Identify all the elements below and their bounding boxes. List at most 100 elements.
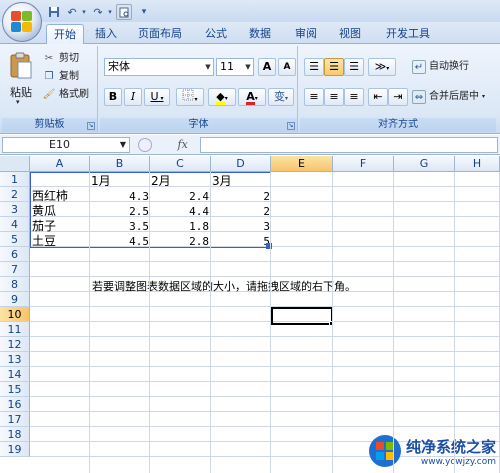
office-button[interactable] bbox=[2, 2, 42, 42]
column-header-g[interactable]: G bbox=[394, 156, 455, 172]
formula-input[interactable] bbox=[200, 137, 498, 153]
align-middle-icon: ☰ bbox=[329, 60, 339, 73]
row-header-2[interactable]: 2 bbox=[0, 187, 30, 202]
font-size-select[interactable]: 11 ▼ bbox=[216, 58, 254, 76]
font-color-button[interactable]: A▾ bbox=[238, 88, 266, 106]
underline-button[interactable]: U ▾ bbox=[144, 88, 170, 106]
font-group: 宋体 ▼ 11 ▼ A A B I U ▾ ▾ ◆▾ A▾ 变▾ 字体 ↘ bbox=[100, 46, 298, 132]
row-header-6[interactable]: 6 bbox=[0, 247, 30, 262]
row-header-1[interactable]: 1 bbox=[0, 172, 30, 187]
clipboard-launcher-icon[interactable]: ↘ bbox=[87, 122, 95, 130]
row-header-19[interactable]: 19 bbox=[0, 442, 30, 457]
column-header-d[interactable]: D bbox=[211, 156, 271, 172]
chart-range-note: 若要调整图表数据区域的大小，请拖拽区域的右下角。 bbox=[92, 280, 356, 293]
row-header-11[interactable]: 11 bbox=[0, 322, 30, 337]
tab-formulas[interactable]: 公式 bbox=[198, 24, 234, 44]
redo-dropdown-icon[interactable]: ▾ bbox=[106, 4, 114, 20]
align-right-button[interactable]: ≡ bbox=[344, 88, 364, 106]
name-box[interactable]: E10 ▼ bbox=[2, 137, 130, 153]
decrease-indent-button[interactable]: ⇤ bbox=[368, 88, 388, 106]
format-painter-button[interactable]: 🖌 格式刷 bbox=[42, 86, 89, 104]
orientation-button[interactable]: ≫▾ bbox=[368, 58, 396, 76]
row-header-18[interactable]: 18 bbox=[0, 427, 30, 442]
wrap-text-button[interactable]: ↵ 自动换行 bbox=[412, 58, 469, 76]
tab-developer[interactable]: 开发工具 bbox=[378, 24, 438, 44]
align-left-button[interactable]: ≡ bbox=[304, 88, 324, 106]
row-header-9[interactable]: 9 bbox=[0, 292, 30, 307]
select-all-button[interactable] bbox=[0, 156, 30, 172]
align-top-button[interactable]: ☰ bbox=[304, 58, 324, 76]
tab-home[interactable]: 开始 bbox=[46, 24, 84, 44]
row-header-15[interactable]: 15 bbox=[0, 382, 30, 397]
column-header-b[interactable]: B bbox=[90, 156, 150, 172]
row-header-3[interactable]: 3 bbox=[0, 202, 30, 217]
row-header-17[interactable]: 17 bbox=[0, 412, 30, 427]
tab-insert[interactable]: 插入 bbox=[88, 24, 124, 44]
data-range-border bbox=[30, 172, 271, 248]
column-header-a[interactable]: A bbox=[30, 156, 90, 172]
row-header-10[interactable]: 10 bbox=[0, 307, 30, 322]
formula-bar: E10 ▼ fx bbox=[0, 135, 500, 155]
insert-function-button[interactable]: fx bbox=[178, 138, 188, 151]
tab-data[interactable]: 数据 bbox=[242, 24, 278, 44]
wrap-text-icon: ↵ bbox=[412, 60, 426, 74]
row-header-7[interactable]: 7 bbox=[0, 262, 30, 277]
redo-icon[interactable]: ↷ bbox=[90, 4, 106, 20]
row-header-4[interactable]: 4 bbox=[0, 217, 30, 232]
font-name-value: 宋体 bbox=[108, 60, 130, 73]
grid-horizontal-line bbox=[30, 276, 500, 277]
merge-center-icon: ⇔ bbox=[412, 90, 426, 104]
bold-button[interactable]: B bbox=[104, 88, 122, 106]
font-name-select[interactable]: 宋体 ▼ bbox=[104, 58, 214, 76]
worksheet-grid[interactable]: 1月 2月 3月 西红柿 4.3 2.4 2 黄瓜 2.5 4.4 2 茄子 3… bbox=[0, 156, 500, 473]
cut-button[interactable]: ✂ 剪切 bbox=[42, 50, 79, 68]
align-right-icon: ≡ bbox=[349, 90, 359, 103]
phonetic-button[interactable]: 变▾ bbox=[268, 88, 294, 106]
underline-icon: U bbox=[150, 90, 159, 103]
tab-page-layout[interactable]: 页面布局 bbox=[130, 24, 190, 44]
merge-center-button[interactable]: ⇔ 合并后居中 ▾ bbox=[412, 88, 485, 106]
tab-view[interactable]: 视图 bbox=[332, 24, 368, 44]
undo-dropdown-icon[interactable]: ▾ bbox=[80, 4, 88, 20]
column-header-f[interactable]: F bbox=[333, 156, 394, 172]
undo-icon[interactable]: ↶ bbox=[64, 4, 80, 20]
row-header-14[interactable]: 14 bbox=[0, 367, 30, 382]
row-header-5[interactable]: 5 bbox=[0, 232, 30, 247]
align-bottom-button[interactable]: ☰ bbox=[344, 58, 364, 76]
grow-font-button[interactable]: A bbox=[258, 58, 276, 76]
font-group-label: 字体 bbox=[100, 118, 297, 132]
row-header-13[interactable]: 13 bbox=[0, 352, 30, 367]
ribbon: 粘贴 ▾ ✂ 剪切 ❐ 复制 🖌 格式刷 剪贴板 ↘ 宋体 ▼ 11 ▼ A A B … bbox=[0, 44, 500, 134]
align-center-button[interactable]: ≡ bbox=[324, 88, 344, 106]
circle-icon[interactable] bbox=[138, 138, 152, 152]
fill-color-button[interactable]: ◆▾ bbox=[208, 88, 236, 106]
print-preview-icon[interactable] bbox=[116, 4, 132, 20]
grid-vertical-line bbox=[210, 172, 211, 473]
save-icon[interactable] bbox=[46, 4, 62, 20]
shrink-font-button[interactable]: A bbox=[278, 58, 296, 76]
range-resize-handle[interactable] bbox=[266, 243, 272, 249]
row-header-16[interactable]: 16 bbox=[0, 397, 30, 412]
grid-horizontal-line bbox=[30, 321, 500, 322]
row-header-8[interactable]: 8 bbox=[0, 277, 30, 292]
customize-quick-access-icon[interactable]: ▾ bbox=[136, 4, 152, 20]
grid-horizontal-line bbox=[30, 351, 500, 352]
copy-button[interactable]: ❐ 复制 bbox=[42, 68, 79, 86]
shrink-font-icon: A bbox=[283, 62, 291, 72]
row-header-12[interactable]: 12 bbox=[0, 337, 30, 352]
increase-indent-button[interactable]: ⇥ bbox=[388, 88, 408, 106]
column-header-e[interactable]: E bbox=[271, 156, 333, 172]
column-header-c[interactable]: C bbox=[150, 156, 211, 172]
orientation-icon: ≫ bbox=[374, 60, 387, 73]
fill-bucket-icon: ◆ bbox=[216, 90, 225, 105]
paste-dropdown-icon: ▾ bbox=[16, 98, 20, 106]
italic-button[interactable]: I bbox=[124, 88, 142, 106]
tab-review[interactable]: 审阅 bbox=[288, 24, 324, 44]
column-header-h[interactable]: H bbox=[455, 156, 500, 172]
paste-button[interactable]: 粘贴 ▾ bbox=[6, 50, 36, 108]
align-middle-button[interactable]: ☰ bbox=[324, 58, 344, 76]
font-launcher-icon[interactable]: ↘ bbox=[287, 122, 295, 130]
grid-vertical-line bbox=[149, 172, 150, 473]
active-cell-e10[interactable] bbox=[271, 307, 333, 325]
borders-button[interactable]: ▾ bbox=[176, 88, 204, 106]
